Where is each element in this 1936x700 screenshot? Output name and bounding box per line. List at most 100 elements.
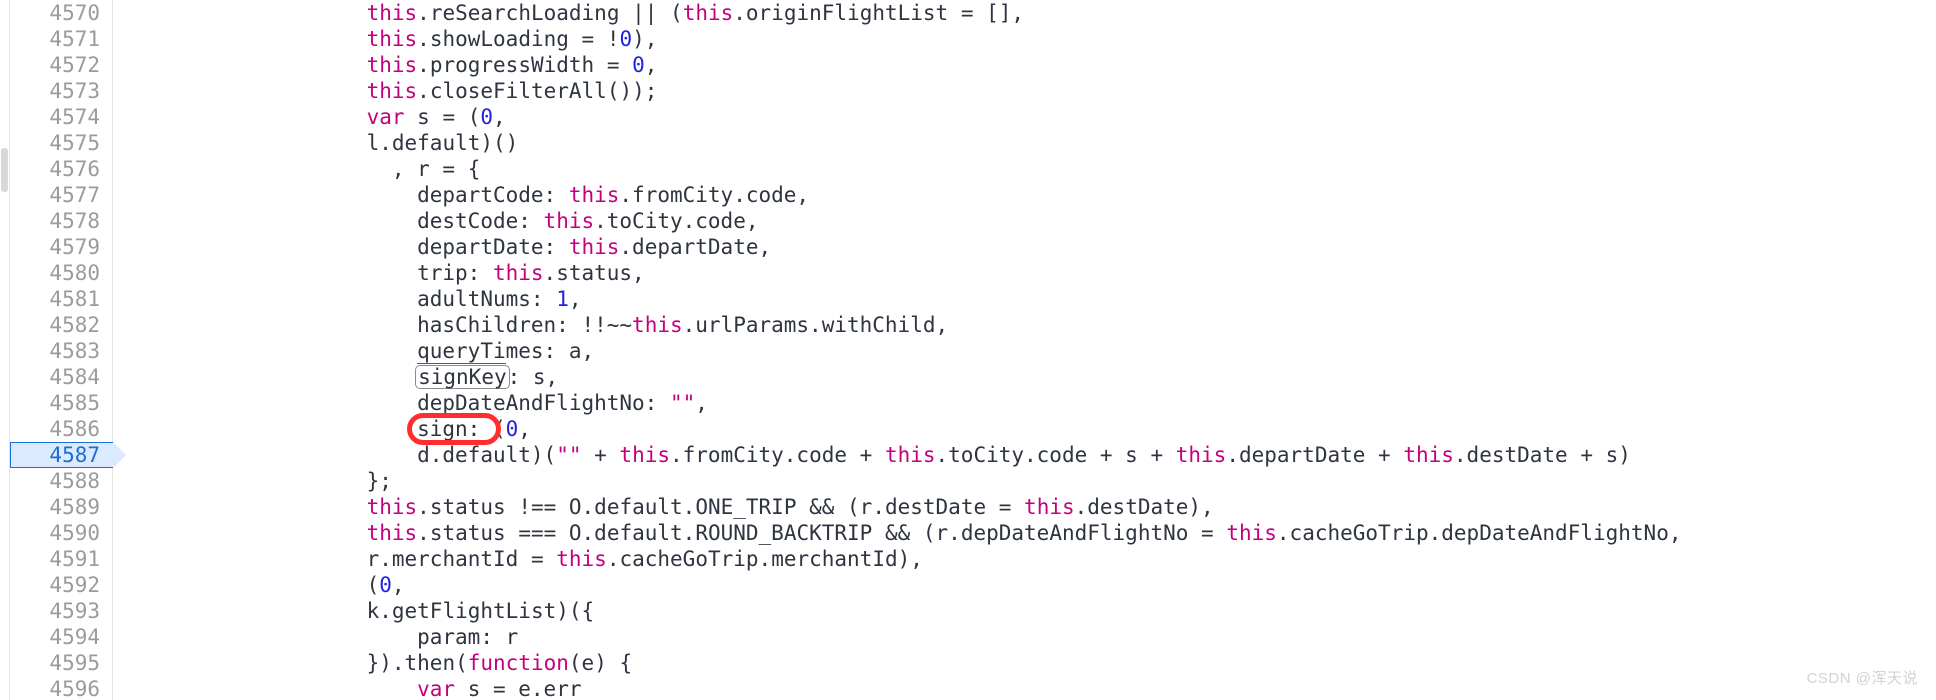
code-token: this [568, 235, 620, 259]
code-token: destCode: [417, 209, 544, 233]
line-number[interactable]: 4579 [10, 234, 113, 260]
code-line[interactable]: destCode: this.toCity.code, [114, 208, 1681, 234]
code-line[interactable]: trip: this.status, [114, 260, 1681, 286]
code-token: , [493, 105, 506, 129]
code-line[interactable]: this.progressWidth = 0, [114, 52, 1681, 78]
code-token: this [366, 521, 418, 545]
code-token: this [366, 1, 418, 25]
code-line[interactable]: k.getFlightList)({ [114, 598, 1681, 624]
line-number[interactable]: 4578 [10, 208, 113, 234]
code-line[interactable]: var s = (0, [114, 104, 1681, 130]
line-number[interactable]: 4583 [10, 338, 113, 364]
line-number[interactable]: 4580 [10, 260, 113, 286]
code-token: this [1024, 495, 1075, 519]
line-number[interactable]: 4590 [10, 520, 113, 546]
code-token: depDateAndFlightNo: [417, 391, 670, 415]
code-token: .closeFilterAll()); [417, 79, 658, 103]
code-token: .cacheGoTrip.merchantId), [606, 547, 923, 571]
code-token: this [619, 443, 670, 467]
vertical-scrollbar-thumb[interactable] [1, 148, 8, 192]
line-number[interactable]: 4588 [10, 468, 113, 494]
code-token: .status, [543, 261, 645, 285]
code-token: .cacheGoTrip.depDateAndFlightNo, [1276, 521, 1682, 545]
code-line[interactable]: , r = { [114, 156, 1681, 182]
code-line[interactable]: l.default)() [114, 130, 1681, 156]
line-number[interactable]: 4572 [10, 52, 113, 78]
code-line-active[interactable]: d.default)("" + this.fromCity.code + thi… [114, 442, 1681, 468]
code-token: var [366, 105, 405, 129]
line-number[interactable]: 4574 [10, 104, 113, 130]
code-token: .toCity.code, [594, 209, 759, 233]
code-token: this [366, 495, 418, 519]
line-number[interactable]: 4585 [10, 390, 113, 416]
code-token: ( [492, 417, 506, 441]
code-line[interactable]: this.reSearchLoading || (this.originFlig… [114, 0, 1681, 26]
line-number-active[interactable]: 4587 [10, 442, 126, 468]
code-line[interactable]: departDate: this.departDate, [114, 234, 1681, 260]
code-token: this [1403, 443, 1454, 467]
code-line[interactable]: this.status === O.default.ROUND_BACKTRIP… [114, 520, 1682, 546]
line-number-gutter[interactable]: 4570 4571 4572 4573 4574 4575 4576 4577 4578 4579… [10, 0, 126, 700]
line-number[interactable]: 4594 [10, 624, 113, 650]
code-token: departCode: [417, 183, 569, 207]
code-line[interactable]: adultNums: 1, [114, 286, 1681, 312]
code-token: 0 [505, 417, 519, 441]
editor-left-strip [0, 0, 10, 700]
code-line[interactable]: sign: (0, [114, 416, 1681, 442]
code-line[interactable]: queryTimes: a, [114, 338, 1681, 364]
code-line[interactable]: hasChildren: !!~~this.urlParams.withChil… [114, 312, 1681, 338]
code-token: l.default)() [366, 131, 519, 155]
code-token: .status === O.default.ROUND_BACKTRIP && … [417, 521, 1227, 545]
code-line[interactable]: }; [114, 468, 1681, 494]
line-number[interactable]: 4570 [10, 0, 113, 26]
code-token: 0 [619, 27, 633, 51]
code-token: + [581, 443, 620, 467]
code-editor[interactable]: 4570 4571 4572 4573 4574 4575 4576 4577 4578 4579… [0, 0, 1936, 700]
code-line[interactable]: departCode: this.fromCity.code, [114, 182, 1681, 208]
line-number[interactable]: 4571 [10, 26, 113, 52]
code-token: , [518, 417, 531, 441]
code-token: .showLoading = ! [417, 27, 620, 51]
line-number[interactable]: 4573 [10, 78, 113, 104]
code-line[interactable]: var s = e.err [114, 676, 1681, 700]
code-token: 0 [480, 105, 494, 129]
code-line[interactable]: param: r [114, 624, 1681, 650]
line-number[interactable]: 4577 [10, 182, 113, 208]
line-number[interactable]: 4581 [10, 286, 113, 312]
code-line[interactable]: this.showLoading = !0), [114, 26, 1681, 52]
code-token: 0 [379, 573, 392, 597]
code-token: : s, [507, 365, 559, 389]
code-line[interactable]: r.merchantId = this.cacheGoTrip.merchant… [114, 546, 1681, 572]
code-token: r.merchantId = [366, 547, 557, 571]
watermark: CSDN @浑天说 [1806, 670, 1918, 687]
code-line[interactable]: this.closeFilterAll()); [114, 78, 1681, 104]
code-line[interactable]: signKey: s, [114, 364, 1681, 390]
line-number[interactable]: 4586 [10, 416, 113, 442]
code-content-area[interactable]: this.reSearchLoading || (this.originFlig… [114, 0, 1936, 700]
line-number[interactable]: 4584 [10, 364, 113, 390]
code-token: sign: [417, 417, 493, 441]
code-line[interactable]: (0, [114, 572, 1681, 598]
code-token: this [366, 79, 418, 103]
code-token: , [695, 391, 708, 415]
line-number[interactable]: 4595 [10, 650, 113, 676]
line-number[interactable]: 4592 [10, 572, 113, 598]
code-token: ), [632, 27, 658, 51]
code-token: this [1226, 521, 1277, 545]
code-token: queryTi [417, 339, 506, 364]
code-token: }).then( [366, 651, 468, 675]
code-line[interactable]: this.status !== O.default.ONE_TRIP && (r… [114, 494, 1681, 520]
line-number[interactable]: 4575 [10, 130, 113, 156]
code-token: .departDate, [619, 235, 772, 259]
line-number[interactable]: 4576 [10, 156, 113, 182]
code-token: this [1175, 443, 1227, 467]
code-token: "" [669, 391, 696, 415]
line-number[interactable]: 4582 [10, 312, 113, 338]
line-number[interactable]: 4593 [10, 598, 113, 624]
code-token: this [543, 209, 595, 233]
line-number[interactable]: 4589 [10, 494, 113, 520]
line-number[interactable]: 4596 [10, 676, 113, 700]
code-line[interactable]: }).then(function(e) { [114, 650, 1681, 676]
code-line[interactable]: depDateAndFlightNo: "", [114, 390, 1681, 416]
line-number[interactable]: 4591 [10, 546, 113, 572]
